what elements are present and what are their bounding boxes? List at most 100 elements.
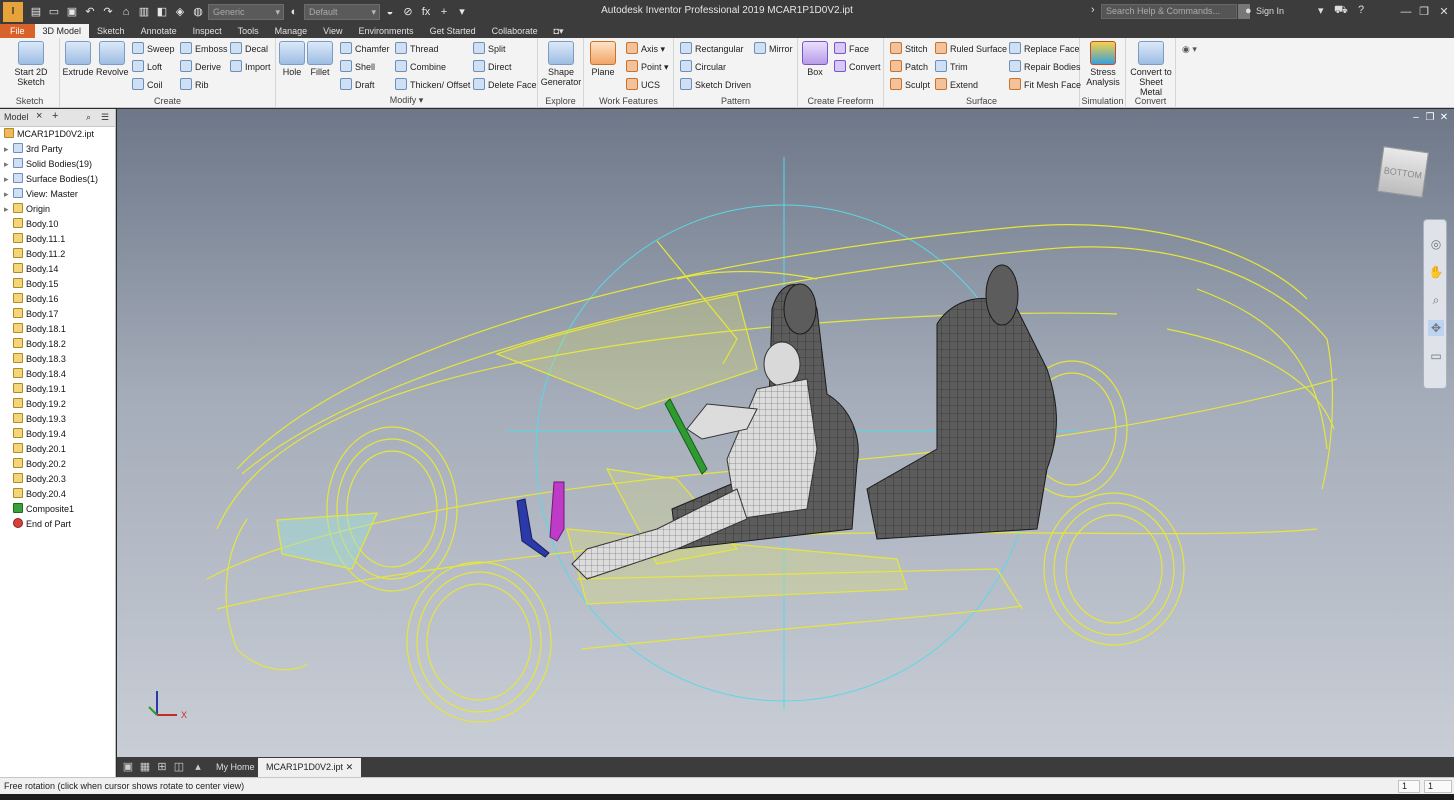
- stress-analysis-button[interactable]: Stress Analysis: [1083, 41, 1123, 87]
- minimize-icon[interactable]: —: [1396, 3, 1416, 21]
- expand-icon[interactable]: ▸: [4, 157, 12, 172]
- panel-options-icon[interactable]: ◘▾: [546, 24, 572, 38]
- sign-in-link[interactable]: Sign In: [1256, 6, 1284, 16]
- minimize-icon[interactable]: –: [1410, 112, 1422, 124]
- point-button[interactable]: Point ▾: [626, 59, 669, 75]
- cascade-icon[interactable]: ▦: [138, 760, 152, 774]
- ribbon-options-icon[interactable]: ◉ ▾: [1182, 41, 1197, 57]
- tree-item[interactable]: ▸ Solid Bodies(19): [4, 157, 92, 172]
- face-button[interactable]: Face: [834, 41, 869, 57]
- tree-item[interactable]: ▸ Origin: [4, 202, 50, 217]
- tree-item[interactable]: Body.20.1: [4, 442, 66, 457]
- chamfer-button[interactable]: Chamfer: [340, 41, 390, 57]
- tree-item[interactable]: Body.17: [4, 307, 58, 322]
- steering-wheel-icon[interactable]: ◎: [1428, 236, 1444, 252]
- split-icon[interactable]: ◫: [172, 760, 186, 774]
- shape-generator-button[interactable]: Shape Generator: [540, 41, 582, 87]
- tree-item[interactable]: ▸ 3rd Party: [4, 142, 63, 157]
- tab-my-home[interactable]: My Home: [208, 758, 263, 777]
- tree-item[interactable]: Body.18.3: [4, 352, 66, 367]
- tree-item[interactable]: Body.18.4: [4, 367, 66, 382]
- sculpt-button[interactable]: Sculpt: [890, 77, 930, 93]
- tree-item[interactable]: Body.20.2: [4, 457, 66, 472]
- restore-icon[interactable]: ❐: [1414, 3, 1434, 21]
- rib-button[interactable]: Rib: [180, 77, 209, 93]
- modify-group-label[interactable]: Modify ▾: [276, 95, 537, 106]
- browser-tab-model[interactable]: Model: [4, 112, 29, 122]
- patch-button[interactable]: Patch: [890, 59, 928, 75]
- loft-button[interactable]: Loft: [132, 59, 162, 75]
- thicken-offset-button[interactable]: Thicken/ Offset: [395, 77, 470, 93]
- stitch-button[interactable]: Stitch: [890, 41, 928, 57]
- tab-manage[interactable]: Manage: [267, 24, 316, 38]
- derive-button[interactable]: Derive: [180, 59, 221, 75]
- coil-button[interactable]: Coil: [132, 77, 163, 93]
- search-icon[interactable]: ⌕: [86, 112, 91, 123]
- tab-view[interactable]: View: [315, 24, 350, 38]
- tree-item[interactable]: Body.20.4: [4, 487, 66, 502]
- menu-icon[interactable]: ☰: [101, 112, 109, 123]
- close-icon[interactable]: ×: [36, 110, 42, 122]
- revolve-button[interactable]: Revolve: [96, 41, 129, 77]
- tree-item[interactable]: Body.10: [4, 217, 58, 232]
- tile-icon[interactable]: ▣: [121, 760, 135, 774]
- tab-file[interactable]: File: [0, 24, 35, 38]
- split-button[interactable]: Split: [473, 41, 506, 57]
- tree-item[interactable]: Body.19.1: [4, 382, 66, 397]
- mirror-button[interactable]: Mirror: [754, 41, 793, 57]
- zoom-icon[interactable]: ⌕: [1428, 292, 1444, 308]
- shell-button[interactable]: Shell: [340, 59, 375, 75]
- dropdown-icon[interactable]: ▾: [1318, 4, 1324, 17]
- ucs-button[interactable]: UCS: [626, 77, 660, 93]
- look-at-icon[interactable]: ▭: [1428, 348, 1444, 364]
- expand-icon[interactable]: ▸: [4, 187, 12, 202]
- tab-environments[interactable]: Environments: [351, 24, 422, 38]
- tree-item[interactable]: Body.16: [4, 292, 58, 307]
- tab-collaborate[interactable]: Collaborate: [484, 24, 546, 38]
- tree-item[interactable]: End of Part: [4, 517, 71, 532]
- plane-button[interactable]: Plane: [588, 41, 618, 77]
- convert-to-sheet-metal-button[interactable]: Convert to Sheet Metal: [1128, 41, 1174, 97]
- tab-document[interactable]: MCAR1P1D0V2.ipt ✕: [258, 758, 362, 777]
- tree-item[interactable]: Body.19.4: [4, 427, 66, 442]
- add-icon[interactable]: +: [52, 110, 58, 122]
- tree-item[interactable]: ▸ Surface Bodies(1): [4, 172, 98, 187]
- tree-item[interactable]: Body.11.2: [4, 247, 65, 262]
- emboss-button[interactable]: Emboss: [180, 41, 228, 57]
- tree-item[interactable]: Body.18.2: [4, 337, 66, 352]
- chevron-right-icon[interactable]: ›: [1091, 4, 1095, 16]
- cart-icon[interactable]: ⛟: [1334, 4, 1348, 18]
- expand-icon[interactable]: ▸: [4, 172, 12, 187]
- extrude-button[interactable]: Extrude: [62, 41, 94, 77]
- delete-face-button[interactable]: Delete Face: [473, 77, 537, 93]
- axis-button[interactable]: Axis ▾: [626, 41, 665, 57]
- decal-button[interactable]: Decal: [230, 41, 268, 57]
- tree-item[interactable]: Body.20.3: [4, 472, 66, 487]
- tree-item[interactable]: Body.18.1: [4, 322, 66, 337]
- help-icon[interactable]: ?: [1358, 4, 1364, 16]
- expand-icon[interactable]: ▸: [4, 142, 12, 157]
- draft-button[interactable]: Draft: [340, 77, 375, 93]
- viewcube[interactable]: BOTTOM: [1377, 146, 1429, 198]
- expand-icon[interactable]: ▸: [4, 202, 12, 217]
- replace-face-button[interactable]: Replace Face: [1009, 41, 1080, 57]
- close-icon[interactable]: ✕: [346, 762, 354, 772]
- tree-item[interactable]: Body.14: [4, 262, 58, 277]
- hole-button[interactable]: Hole: [278, 41, 306, 77]
- rectangular-pattern-button[interactable]: Rectangular: [680, 41, 744, 57]
- grid-icon[interactable]: ⊞: [155, 760, 169, 774]
- tab-tools[interactable]: Tools: [230, 24, 267, 38]
- pan-icon[interactable]: ✋: [1428, 264, 1444, 280]
- tree-item[interactable]: ▸ View: Master: [4, 187, 78, 202]
- tree-item[interactable]: Body.19.2: [4, 397, 66, 412]
- restore-icon[interactable]: ❐: [1424, 112, 1436, 124]
- tree-item[interactable]: Composite1: [4, 502, 74, 517]
- close-icon[interactable]: ✕: [1434, 3, 1454, 21]
- tab-menu-icon[interactable]: ▴: [191, 760, 205, 774]
- user-icon[interactable]: ●: [1245, 5, 1252, 17]
- orbit-icon[interactable]: ✥: [1428, 320, 1444, 336]
- box-button[interactable]: Box: [802, 41, 828, 77]
- close-icon[interactable]: ✕: [1438, 112, 1450, 124]
- tab-3d-model[interactable]: 3D Model: [34, 24, 90, 38]
- fit-mesh-face-button[interactable]: Fit Mesh Face: [1009, 77, 1081, 93]
